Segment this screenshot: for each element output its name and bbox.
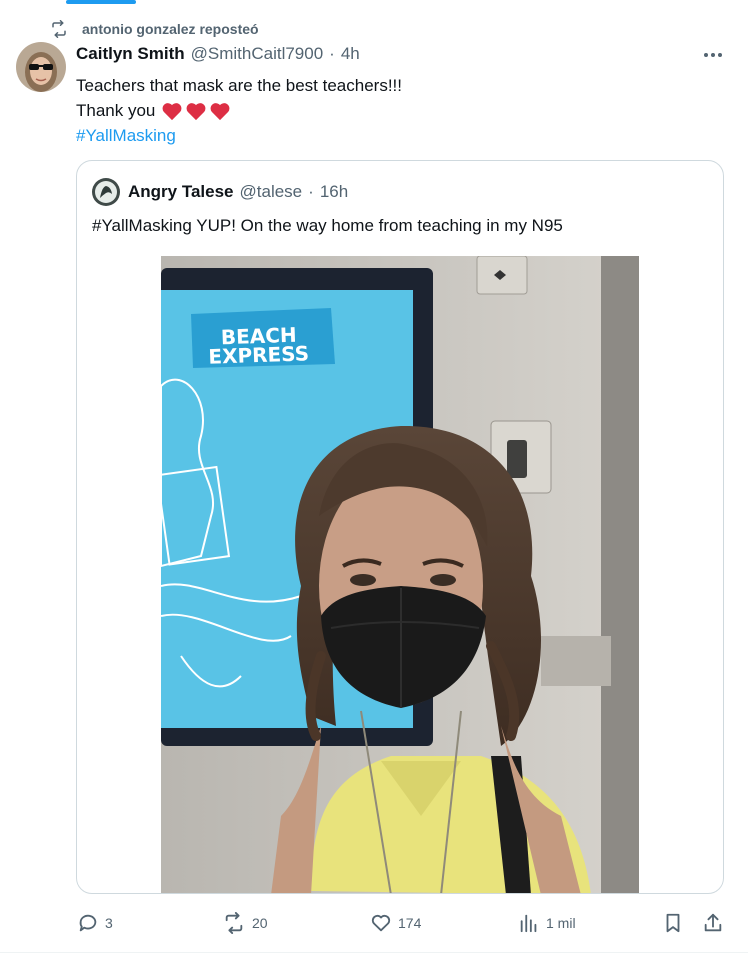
views-icon	[520, 914, 537, 933]
divider	[0, 952, 748, 953]
repost-icon	[225, 912, 243, 934]
reply-icon	[79, 914, 97, 932]
reply-button[interactable]: 3	[77, 906, 113, 940]
quote-author-avatar[interactable]	[92, 178, 120, 206]
quote-author-handle[interactable]: @talese	[240, 182, 303, 202]
tweet-text-line: Teachers that mask are the best teachers…	[76, 76, 402, 95]
separator-dot: ·	[308, 182, 314, 201]
quote-header: Angry Talese @talese · 16h	[92, 178, 348, 206]
repost-label: antonio gonzalez reposteó	[82, 21, 259, 37]
quote-time[interactable]: 16h	[320, 182, 348, 202]
photo-sign-text: EXPRESS	[208, 341, 309, 369]
quote-text: #YallMasking YUP! On the way home from t…	[92, 216, 563, 235]
quote-photo[interactable]: BEACH EXPRESS	[161, 256, 639, 893]
views-button[interactable]: 1 mil	[518, 906, 576, 940]
like-button[interactable]: 174	[370, 906, 421, 940]
hashtag-link[interactable]: #YallMasking	[76, 123, 402, 148]
share-button[interactable]	[702, 906, 724, 940]
author-avatar[interactable]	[16, 42, 66, 92]
bookmark-icon	[666, 913, 680, 933]
views-count: 1 mil	[546, 915, 576, 931]
tweet-thanks-text: Thank you	[76, 101, 156, 120]
heart-icon	[371, 914, 391, 932]
bookmark-button[interactable]	[662, 906, 684, 940]
separator-dot: ·	[329, 44, 335, 63]
heart-emoji-icon	[162, 102, 182, 120]
author-handle[interactable]: @SmithCaitl7900	[191, 44, 324, 64]
repost-button[interactable]: 20	[222, 906, 268, 940]
quoted-tweet[interactable]: Angry Talese @talese · 16h #YallMasking …	[76, 160, 724, 894]
share-icon	[704, 913, 722, 932]
active-tab-indicator	[66, 0, 136, 4]
author-name[interactable]: Caitlyn Smith	[76, 44, 185, 64]
more-icon[interactable]	[700, 44, 726, 66]
heart-emoji-icon	[210, 102, 230, 120]
tweet-time[interactable]: 4h	[341, 44, 360, 64]
heart-emojis	[161, 101, 231, 121]
tweet-text: Teachers that mask are the best teachers…	[76, 73, 402, 148]
repost-icon	[50, 20, 68, 38]
repost-count: 20	[252, 915, 268, 931]
quote-author-name[interactable]: Angry Talese	[128, 182, 234, 202]
repost-context[interactable]: antonio gonzalez reposteó	[50, 18, 259, 40]
tweet-header: Caitlyn Smith @SmithCaitl7900 · 4h	[76, 44, 360, 64]
tweet-text-line: Thank you	[76, 98, 402, 123]
reply-count: 3	[105, 915, 113, 931]
tweet-actions: 3 20 174 1 mil	[0, 906, 748, 940]
like-count: 174	[398, 915, 422, 931]
heart-emoji-icon	[186, 102, 206, 120]
